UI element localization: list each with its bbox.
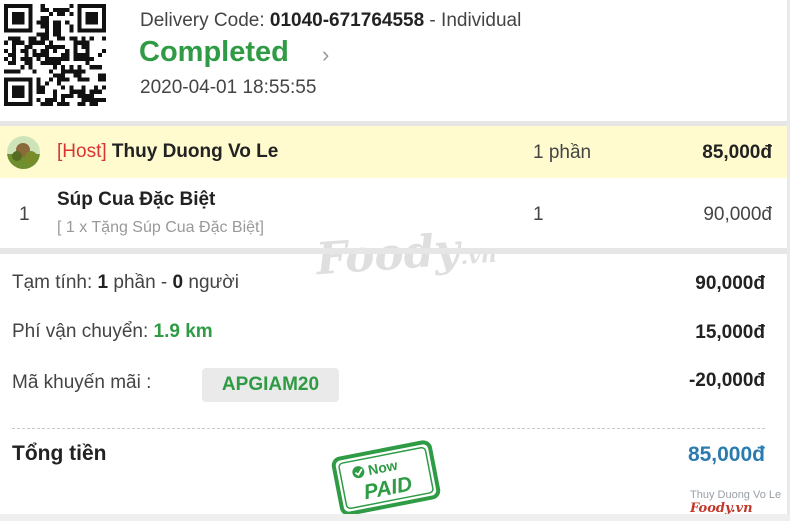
subtotal-label: Tạm tính: 1 phần - 0 người <box>12 272 239 294</box>
dashed-divider <box>12 428 765 429</box>
chevron-right-icon[interactable]: › <box>322 42 329 68</box>
order-datetime: 2020-04-01 18:55:55 <box>140 77 317 98</box>
item-note: [ 1 x Tặng Súp Cua Đặc Biệt] <box>57 219 264 236</box>
item-price: 90,000đ <box>703 204 772 225</box>
delivery-code-line: Delivery Code: 01040-671764558 - Individ… <box>140 10 521 32</box>
subtotal-people: 0 <box>172 272 184 293</box>
watermark-brand: Foody <box>314 224 462 286</box>
total-label: Tổng tiền <box>12 442 107 465</box>
order-status[interactable]: Completed <box>139 36 289 69</box>
subtotal-mid: phần - <box>108 272 173 293</box>
delivery-code-label: Delivery Code: <box>140 10 270 31</box>
corner-username: Thuy Duong Vo Le <box>690 489 782 501</box>
shipping-label-text: Phí vận chuyển: <box>12 321 154 342</box>
subtotal-value: 90,000đ <box>695 273 765 294</box>
promo-code-badge: APGIAM20 <box>202 368 339 402</box>
divider <box>0 248 790 254</box>
qr-code-icon <box>4 4 106 106</box>
item-name: Súp Cua Đặc Biệt <box>57 189 216 210</box>
paid-stamp-icon: Now PAID <box>331 440 441 516</box>
host-price: 85,000đ <box>702 142 772 163</box>
promo-label: Mã khuyến mãi : <box>12 372 152 393</box>
host-quantity: 1 phần <box>533 142 592 163</box>
host-name: Thuy Duong Vo Le <box>111 141 279 162</box>
subtotal-items: 1 <box>97 272 109 293</box>
host-name-line: [Host] Thuy Duong Vo Le <box>57 141 278 163</box>
shipping-distance: 1.9 km <box>153 321 213 342</box>
shipping-label: Phí vận chuyển: 1.9 km <box>12 321 213 343</box>
subtotal-suffix: người <box>183 272 239 293</box>
item-quantity: 1 <box>533 204 544 225</box>
promo-value: -20,000đ <box>688 370 765 391</box>
host-avatar <box>7 136 40 169</box>
delivery-code: 01040-671764558 <box>269 10 425 31</box>
host-tag: [Host] <box>57 141 107 162</box>
shipping-value: 15,000đ <box>695 322 765 343</box>
total-value: 85,000đ <box>687 443 765 466</box>
subtotal-prefix: Tạm tính: <box>12 272 98 293</box>
delivery-type: - Individual <box>424 10 522 31</box>
item-index: 1 <box>19 204 30 225</box>
watermark-suffix: .vn <box>459 241 498 271</box>
bottom-border <box>0 514 790 521</box>
